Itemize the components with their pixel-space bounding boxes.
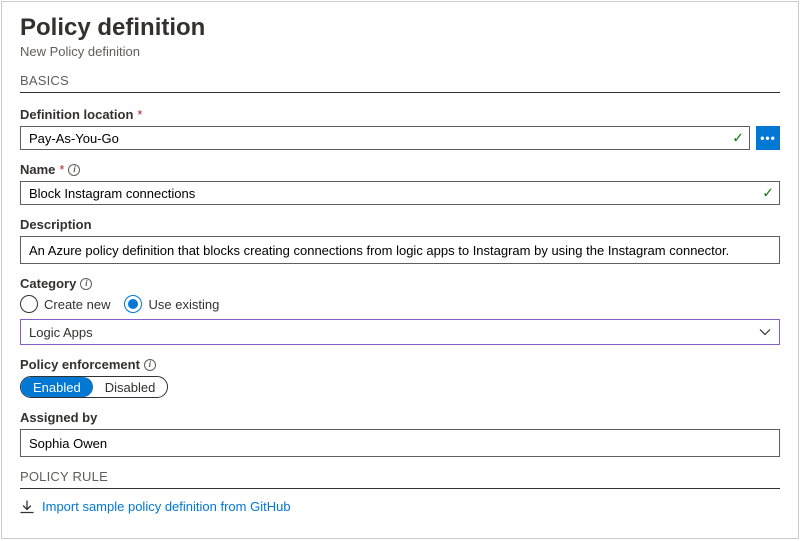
definition-location-label: Definition location * [20,107,780,122]
category-select-value: Logic Apps [29,325,93,340]
category-radio-create-new[interactable]: Create new [20,295,110,313]
import-sample-link[interactable]: Import sample policy definition from Git… [20,499,780,514]
download-icon [20,500,34,514]
page-title: Policy definition [20,14,780,42]
section-policy-rule: POLICY RULE [20,469,780,489]
name-label: Name * i [20,162,780,177]
name-input[interactable] [20,181,780,205]
required-indicator: * [59,162,64,177]
field-name: Name * i ✓ [20,162,780,205]
category-label: Category i [20,276,780,291]
field-description: Description [20,217,780,264]
browse-location-button[interactable]: ••• [756,126,780,150]
chevron-down-icon [759,326,771,338]
enforcement-label: Policy enforcement i [20,357,780,372]
enforcement-disabled[interactable]: Disabled [93,377,168,397]
radio-icon [20,295,38,313]
policy-definition-page: Policy definition New Policy definition … [1,1,799,539]
info-icon[interactable]: i [68,164,80,176]
field-definition-location: Definition location * ✓ ••• [20,107,780,150]
field-category: Category i Create new Use existing Logic… [20,276,780,345]
description-input[interactable] [20,236,780,264]
definition-location-input[interactable] [20,126,750,150]
assigned-by-label: Assigned by [20,410,780,425]
info-icon[interactable]: i [144,359,156,371]
section-basics: BASICS [20,73,780,93]
radio-icon [124,295,142,313]
category-select[interactable]: Logic Apps [20,319,780,345]
enforcement-toggle[interactable]: Enabled Disabled [20,376,168,398]
field-policy-enforcement: Policy enforcement i Enabled Disabled [20,357,780,398]
required-indicator: * [137,107,142,122]
field-assigned-by: Assigned by [20,410,780,457]
assigned-by-input[interactable] [20,429,780,457]
page-subtitle: New Policy definition [20,44,780,59]
description-label: Description [20,217,780,232]
category-radio-use-existing[interactable]: Use existing [124,295,219,313]
enforcement-enabled[interactable]: Enabled [21,377,93,397]
info-icon[interactable]: i [80,278,92,290]
